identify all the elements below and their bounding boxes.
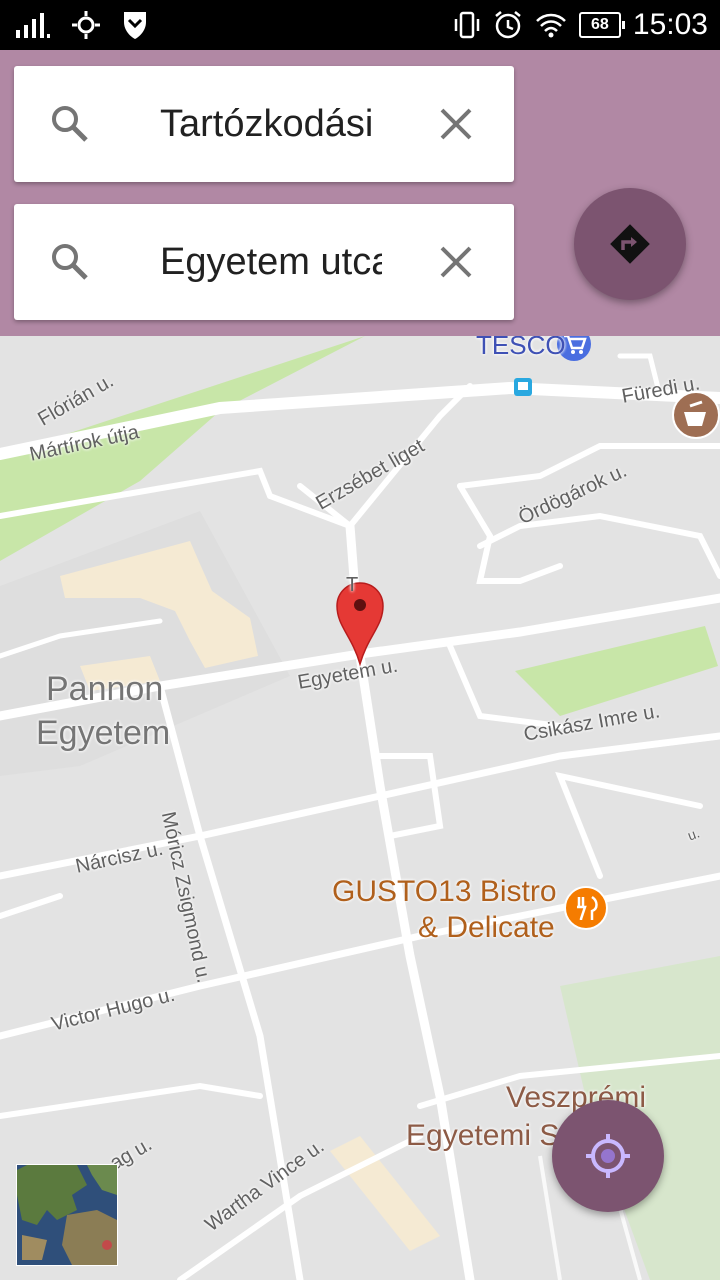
destination-input[interactable]: Egyetem utca bbox=[160, 236, 382, 288]
origin-input[interactable]: Tartózkodási hely bbox=[160, 98, 382, 150]
status-bar: 68 15:03 bbox=[0, 0, 720, 50]
place-label-pannon: Pannon bbox=[46, 670, 164, 708]
poi-label-gusto[interactable]: & Delicate bbox=[418, 910, 555, 946]
my-location-button[interactable] bbox=[552, 1100, 664, 1212]
battery-icon: 68 bbox=[578, 12, 625, 38]
vibrate-icon bbox=[454, 11, 480, 39]
wifi-icon bbox=[536, 13, 566, 38]
destination-search-field[interactable]: Egyetem utca bbox=[14, 204, 514, 320]
clock: 15:03 bbox=[632, 8, 708, 41]
route-header: Tartózkodási hely Egyetem utca bbox=[0, 50, 720, 336]
search-icon bbox=[52, 244, 88, 280]
origin-search-field[interactable]: Tartózkodási hely bbox=[14, 66, 514, 182]
place-label-egyetem: Egyetem bbox=[36, 714, 171, 752]
close-icon[interactable] bbox=[438, 106, 474, 142]
street-label: T bbox=[346, 574, 359, 596]
satellite-thumbnail bbox=[17, 1165, 117, 1265]
restaurant-icon bbox=[564, 886, 608, 930]
search-icon bbox=[52, 106, 88, 142]
poi-label-tesco[interactable]: TESCO bbox=[476, 336, 566, 361]
directions-button[interactable] bbox=[574, 188, 686, 300]
brightness-icon bbox=[72, 11, 100, 39]
close-icon[interactable] bbox=[438, 244, 474, 280]
shield-icon bbox=[124, 12, 146, 39]
my-location-icon bbox=[586, 1134, 630, 1178]
poi-label-veszpremi[interactable]: Egyetemi S bbox=[406, 1118, 559, 1154]
signal-icon bbox=[16, 13, 50, 38]
directions-icon bbox=[610, 224, 650, 264]
bus-stop-icon bbox=[514, 378, 532, 396]
satellite-toggle[interactable] bbox=[16, 1164, 118, 1266]
alarm-icon bbox=[495, 11, 521, 39]
poi-label-gusto[interactable]: GUSTO13 Bistro bbox=[332, 874, 557, 910]
